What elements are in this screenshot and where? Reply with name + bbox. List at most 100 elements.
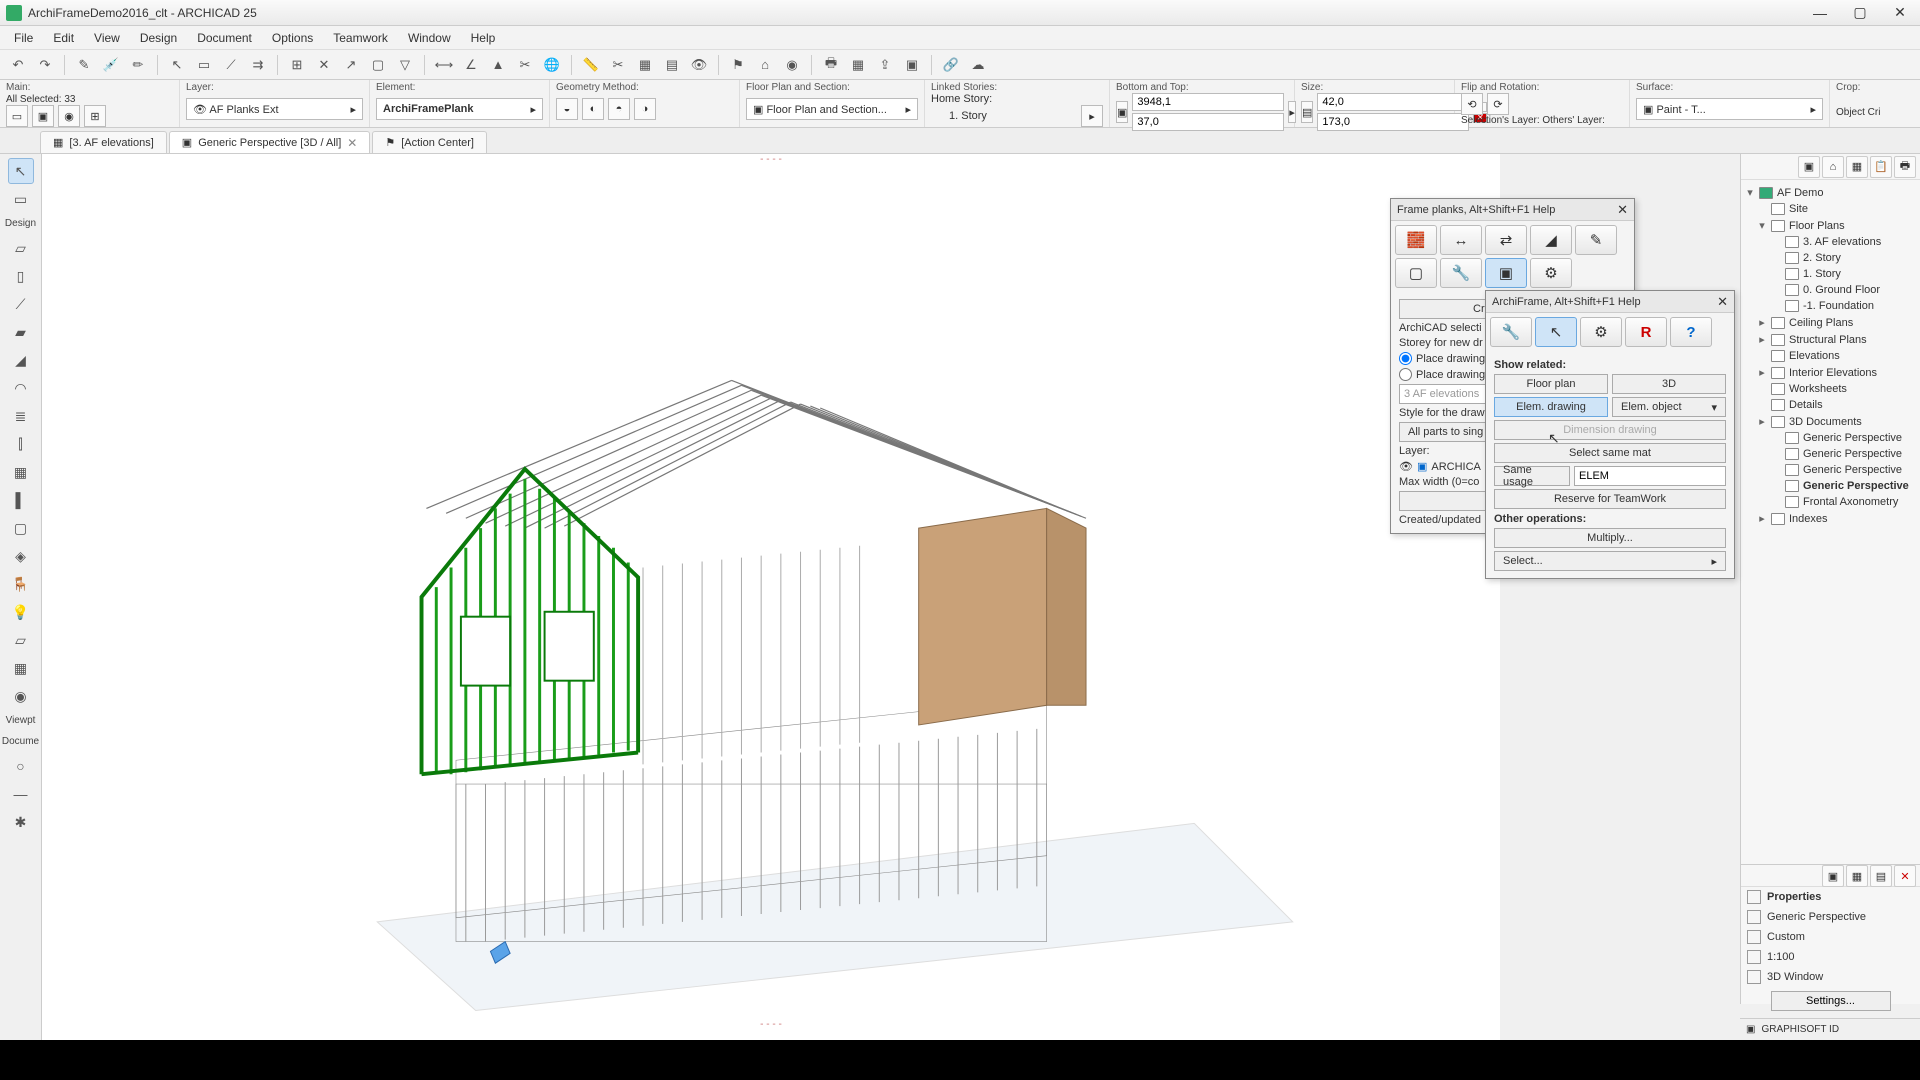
tree-3ddocs[interactable]: ▸3D Documents [1743, 413, 1918, 430]
undo-button[interactable]: ↶ [6, 53, 30, 77]
inject-button[interactable]: 💉 [99, 53, 123, 77]
size-icon[interactable]: ▤ [1301, 101, 1313, 123]
af-tool-arrow-active[interactable]: ↖ [1535, 317, 1577, 347]
top-input[interactable] [1132, 113, 1284, 131]
settings-button[interactable]: Settings... [1771, 991, 1891, 1011]
tree-fp-2[interactable]: 2. Story [1743, 250, 1918, 266]
nav-btn-3[interactable]: ▦ [1846, 156, 1868, 178]
close-button[interactable]: ✕ [1880, 0, 1920, 26]
maximize-button[interactable]: ▢ [1840, 0, 1880, 26]
tree-ceiling[interactable]: ▸Ceiling Plans [1743, 314, 1918, 331]
geom-2[interactable]: ◐ [582, 98, 604, 120]
size2-input[interactable] [1317, 113, 1469, 131]
text-tool[interactable]: ✱ [8, 809, 34, 835]
menu-teamwork[interactable]: Teamwork [323, 27, 398, 49]
window-tool[interactable]: ▢ [8, 515, 34, 541]
af-tool-gear[interactable]: ⚙ [1580, 317, 1622, 347]
elem-input[interactable] [1574, 466, 1726, 486]
cut-button[interactable]: ✂ [606, 53, 630, 77]
tree-fp-1[interactable]: 1. Story [1743, 266, 1918, 282]
plan-button[interactable]: ▦ [633, 53, 657, 77]
tree-gp2[interactable]: Generic Perspective [1743, 446, 1918, 462]
flag-button[interactable]: ⚑ [726, 53, 750, 77]
pick-button[interactable]: ✎ [72, 53, 96, 77]
skylight-tool[interactable]: ◈ [8, 543, 34, 569]
nav-button[interactable]: ◉ [780, 53, 804, 77]
prop-tb-close[interactable]: ✕ [1894, 865, 1916, 887]
beam-tool[interactable]: ⟋ [8, 291, 34, 317]
element-combo[interactable]: ArchiFramePlank▸ [376, 98, 543, 120]
main-btn-4[interactable]: ⊞ [84, 105, 106, 127]
prop-tb-3[interactable]: ▤ [1870, 865, 1892, 887]
menu-options[interactable]: Options [262, 27, 323, 49]
af-tool-help[interactable]: ? [1670, 317, 1712, 347]
elem-object-combo[interactable]: Elem. object▾ [1612, 397, 1726, 417]
tri-button[interactable]: ▽ [393, 53, 417, 77]
tile-button[interactable]: ▣ [900, 53, 924, 77]
fp-tool-1[interactable]: 🧱 [1395, 225, 1437, 255]
menu-design[interactable]: Design [130, 27, 187, 49]
3d-button[interactable]: 3D [1612, 374, 1726, 394]
marquee-button[interactable]: ▭ [192, 53, 216, 77]
main-btn-3[interactable]: ◉ [58, 105, 80, 127]
share-button[interactable]: ☁ [966, 53, 990, 77]
mesh-tool[interactable]: ▦ [8, 655, 34, 681]
zone-tool[interactable]: ▱ [8, 627, 34, 653]
circle-tool[interactable]: ○ [8, 753, 34, 779]
object-tool[interactable]: 🪑 [8, 571, 34, 597]
fp-tool-4[interactable]: ◢ [1530, 225, 1572, 255]
place-drawing-radio-1[interactable] [1399, 352, 1412, 365]
fps-combo[interactable]: ▣ Floor Plan and Section...▸ [746, 98, 918, 120]
section-button[interactable]: ✂ [513, 53, 537, 77]
nav-btn-5[interactable]: 🖶 [1894, 156, 1916, 178]
fp-tool-2[interactable]: ↔ [1440, 225, 1482, 255]
wall-tool[interactable]: ▱ [8, 235, 34, 261]
fp-tool-9[interactable]: ⚙ [1530, 258, 1572, 288]
tree-gp-active[interactable]: Generic Perspective [1743, 478, 1918, 494]
home-button[interactable]: ⌂ [753, 53, 777, 77]
viewport-3d[interactable]: - - - - [42, 154, 1500, 1040]
tree-floorplans[interactable]: ▾Floor Plans [1743, 217, 1918, 234]
fp-tool-3[interactable]: ⇄ [1485, 225, 1527, 255]
marquee-tool[interactable]: ▭ [8, 186, 34, 212]
tab-close-icon[interactable]: ✕ [347, 136, 357, 150]
export-button[interactable]: ⇪ [873, 53, 897, 77]
dim-button[interactable]: ⟷ [432, 53, 456, 77]
nav-btn-4[interactable]: 📋 [1870, 156, 1892, 178]
prop-tb-2[interactable]: ▦ [1846, 865, 1868, 887]
tree-site[interactable]: Site [1743, 201, 1918, 217]
size1-input[interactable] [1317, 93, 1469, 111]
lamp-tool[interactable]: 💡 [8, 599, 34, 625]
cursor-button[interactable]: ↗ [339, 53, 363, 77]
tab-perspective[interactable]: ▣Generic Perspective [3D / All]✕ [169, 131, 371, 153]
select-same-mat-button[interactable]: Select same mat [1494, 443, 1726, 463]
floor-plan-button[interactable]: Floor plan [1494, 374, 1608, 394]
nav-btn-2[interactable]: ⌂ [1822, 156, 1844, 178]
nav-btn-1[interactable]: ▣ [1798, 156, 1820, 178]
prop-tb-1[interactable]: ▣ [1822, 865, 1844, 887]
fp-tool-7[interactable]: 🔧 [1440, 258, 1482, 288]
ruler-button[interactable]: 📏 [579, 53, 603, 77]
arrow-button[interactable]: ↖ [165, 53, 189, 77]
menu-help[interactable]: Help [461, 27, 506, 49]
tree-structural[interactable]: ▸Structural Plans [1743, 331, 1918, 348]
place-drawing-radio-2[interactable] [1399, 368, 1412, 381]
tree-fa[interactable]: Frontal Axonometry [1743, 494, 1918, 510]
menu-file[interactable]: File [4, 27, 43, 49]
fp-tool-5[interactable]: ✎ [1575, 225, 1617, 255]
multiply-button[interactable]: Multiply... [1494, 528, 1726, 548]
rect-button[interactable]: ▢ [366, 53, 390, 77]
tree-interior[interactable]: ▸Interior Elevations [1743, 364, 1918, 381]
tree-fp-0[interactable]: 0. Ground Floor [1743, 282, 1918, 298]
tree-worksheets[interactable]: Worksheets [1743, 381, 1918, 397]
af-tool-wrench[interactable]: 🔧 [1490, 317, 1532, 347]
tree-fp-n1[interactable]: -1. Foundation [1743, 298, 1918, 314]
railing-tool[interactable]: ⫿ [8, 431, 34, 457]
elem-drawing-button[interactable]: Elem. drawing [1494, 397, 1608, 417]
prop-view[interactable]: Generic Perspective [1741, 907, 1920, 927]
main-btn-1[interactable]: ▭ [6, 105, 28, 127]
column-tool[interactable]: ▯ [8, 263, 34, 289]
stair-tool[interactable]: ≣ [8, 403, 34, 429]
tree-details[interactable]: Details [1743, 397, 1918, 413]
main-btn-2[interactable]: ▣ [32, 105, 54, 127]
